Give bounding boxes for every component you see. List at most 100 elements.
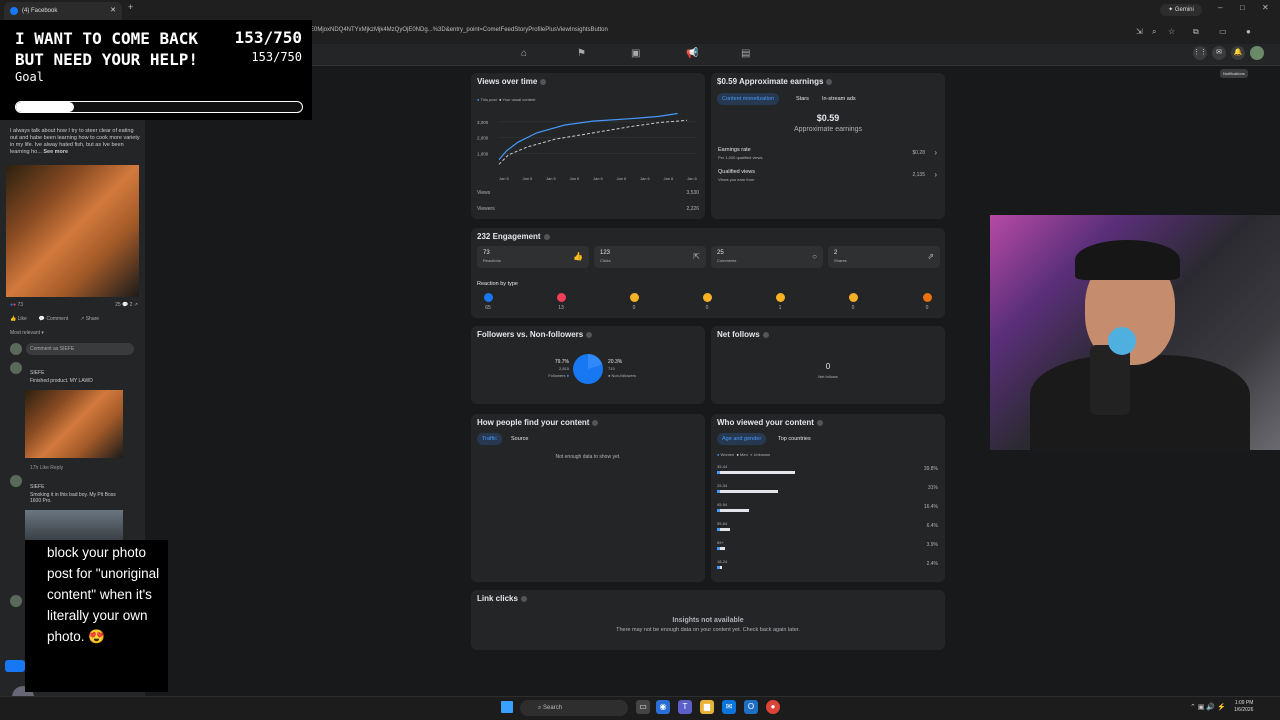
comment-input[interactable]: Comment as SIEFE: [26, 343, 134, 355]
reactions-box[interactable]: 73 Reactions 👍: [477, 246, 589, 268]
close-window-icon[interactable]: ✕: [1262, 3, 1269, 12]
minimize-icon[interactable]: –: [1218, 3, 1222, 12]
gaming-icon[interactable]: ▤: [741, 48, 750, 59]
gemini-button[interactable]: ✦ Gemini: [1160, 4, 1202, 16]
x-tick-label: Jan 6: [687, 176, 698, 181]
age-bar: [717, 528, 730, 531]
info-icon[interactable]: [586, 331, 593, 338]
sidepanel-icon[interactable]: ▭: [1219, 27, 1227, 36]
url-field[interactable]: E0MjoxNDQ4NTYxMjkzMjk4MzQyOjE0NDg...%3D&…: [310, 27, 608, 33]
new-tab-icon[interactable]: +: [128, 2, 133, 12]
comment-button[interactable]: 💬 Comment: [39, 316, 68, 322]
copilot-icon[interactable]: ◉: [656, 700, 670, 714]
card-title: 232 Engagement: [477, 232, 541, 241]
home-icon[interactable]: ⌂: [521, 48, 527, 59]
clicks-box[interactable]: 123 Clicks ⇱: [594, 246, 706, 268]
card-title: Link clicks: [477, 594, 518, 603]
extensions-icon[interactable]: ⧉: [1193, 27, 1199, 37]
age-row: 45-54 16.4%: [717, 502, 942, 512]
file-explorer-icon[interactable]: ▆: [700, 700, 714, 714]
insights-unavailable-body: There may not be enough data on your con…: [616, 627, 800, 633]
comment-text: Smoking it in this bad boy. My Pit Boss …: [30, 492, 116, 504]
shares-box[interactable]: 2 Shares ⇗: [828, 246, 940, 268]
commenter-name[interactable]: SIEFE: [30, 370, 44, 376]
facebook-button[interactable]: [5, 660, 25, 672]
comment-sort-dropdown[interactable]: Most relevant ▾: [10, 330, 44, 336]
post-photo[interactable]: [6, 165, 139, 297]
taskbar-search[interactable]: ⌕ Search: [520, 700, 628, 716]
sad-icon: [848, 293, 858, 302]
tab-traffic[interactable]: Traffic: [477, 433, 502, 445]
net-follows-value: 0: [825, 362, 831, 371]
info-icon[interactable]: [520, 595, 527, 602]
messenger-icon[interactable]: ✉: [1212, 46, 1226, 60]
windows-start-icon[interactable]: [501, 701, 513, 713]
earnings-rate-label: Earnings rate: [718, 147, 751, 153]
goal-overlay: I WANT TO COME BACK BUT NEED YOUR HELP! …: [0, 20, 312, 120]
x-tick-label: Jan 5: [546, 176, 557, 181]
profile-icon[interactable]: ●: [1246, 27, 1251, 36]
chrome-icon[interactable]: ●: [766, 700, 780, 714]
comments-shares-count: 25 💬 2 ↗: [115, 302, 138, 308]
tab-title: (4) Facebook: [22, 8, 58, 14]
x-tick-label: Jan 5: [523, 176, 534, 181]
tab-stars[interactable]: Stars: [791, 93, 814, 105]
account-avatar[interactable]: [1250, 46, 1264, 60]
browser-tab-bar: [0, 0, 1280, 20]
age-bar: [717, 566, 722, 569]
reactions-count: 73: [17, 302, 24, 308]
comments-box[interactable]: 25 Comments ○: [711, 246, 823, 268]
mail-icon[interactable]: ✉: [722, 700, 736, 714]
share-button[interactable]: ↗ Share: [80, 316, 99, 322]
zoom-icon[interactable]: ⌕: [1152, 27, 1156, 37]
info-icon[interactable]: [543, 233, 550, 240]
tab-content-monetization[interactable]: Content monetization: [717, 93, 779, 105]
card-title: Net follows: [717, 330, 760, 339]
menu-grid-icon[interactable]: ⋮⋮: [1193, 46, 1207, 60]
info-icon[interactable]: [592, 419, 599, 426]
usual-content-line: [498, 119, 688, 165]
install-icon[interactable]: ⇲: [1136, 27, 1143, 36]
avatar: [10, 475, 22, 487]
tab-source[interactable]: Source: [506, 433, 533, 445]
notifications-bell-icon[interactable]: 🔔: [1231, 46, 1245, 60]
outlook-icon[interactable]: O: [744, 700, 758, 714]
goal-progress-bar: [15, 101, 303, 113]
haha-icon: [702, 293, 712, 302]
megaphone-icon[interactable]: 📢: [686, 48, 698, 59]
this-post-line: [498, 112, 678, 160]
chevron-right-icon[interactable]: ›: [934, 148, 937, 157]
angry-icon: [922, 293, 932, 302]
chevron-right-icon[interactable]: ›: [934, 170, 937, 179]
browser-tab[interactable]: (4) Facebook ✕: [4, 2, 122, 20]
post-reaction-summary[interactable]: ●● 73 25 💬 2 ↗: [10, 302, 138, 308]
views-line-chart: 3,000 2,000 1,000 Jan 5 Jan 5 Jan 5 Jan 6 Jan 6…: [477, 112, 698, 181]
system-tray-icons[interactable]: ⌃ ▣ 🔊 ⚡: [1190, 703, 1226, 711]
bookmark-star-icon[interactable]: ☆: [1168, 27, 1175, 36]
marketplace-icon[interactable]: ▣: [631, 48, 640, 59]
info-icon[interactable]: [762, 331, 769, 338]
info-icon[interactable]: [826, 78, 833, 85]
info-icon[interactable]: [540, 78, 547, 85]
age-label: 55-64: [717, 521, 728, 526]
age-bar: [717, 471, 795, 474]
comment-photo[interactable]: [25, 390, 123, 458]
card-title: Views over time: [477, 77, 538, 86]
flag-icon[interactable]: ⚑: [577, 48, 586, 59]
maximize-icon[interactable]: □: [1240, 3, 1245, 12]
comment-photo[interactable]: [25, 510, 123, 540]
info-icon[interactable]: [816, 419, 823, 426]
tab-top-countries[interactable]: Top countries: [773, 433, 816, 445]
tab-in-stream-ads[interactable]: In-stream ads: [817, 93, 861, 105]
task-view-icon[interactable]: ▭: [636, 700, 650, 714]
see-more-link[interactable]: See more: [43, 149, 68, 155]
comment-meta[interactable]: 17h Like Reply: [30, 465, 63, 471]
teams-icon[interactable]: T: [678, 700, 692, 714]
close-tab-icon[interactable]: ✕: [110, 2, 116, 20]
tab-age-gender[interactable]: Age and gender: [717, 433, 767, 445]
card-title: Who viewed your content: [717, 418, 814, 427]
like-button[interactable]: 👍 Like: [10, 316, 27, 322]
commenter-name[interactable]: SIEFE: [30, 484, 44, 490]
taskbar-clock[interactable]: 1:09 PM 1/6/2026: [1234, 700, 1253, 714]
x-tick-label: Jan 6: [664, 176, 675, 181]
